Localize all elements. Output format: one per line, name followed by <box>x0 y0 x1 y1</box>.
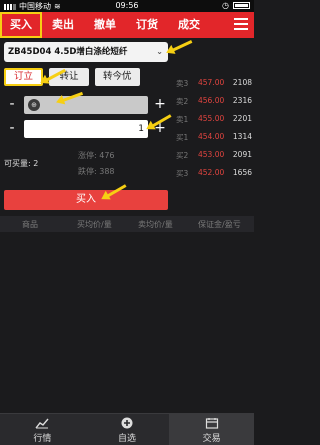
status-bar: 中国移动 ≋ 09:56 ◷ <box>0 0 254 12</box>
col-sell-avg: 卖均价/量 <box>138 220 173 229</box>
limit-down-label: 跌停: <box>78 167 97 176</box>
bid-price: 453.00 <box>198 150 225 159</box>
ask-label: 卖1 <box>176 115 189 124</box>
bottom-tab-watchlist[interactable]: 自选 <box>85 414 170 445</box>
menu-icon[interactable] <box>234 18 248 32</box>
tab-buy[interactable]: 买入 <box>0 12 42 38</box>
bottom-label-quotes: 行情 <box>33 434 52 444</box>
chart-line-icon <box>35 418 49 429</box>
bid-label: 买2 <box>176 151 189 160</box>
tab-orders[interactable]: 订货 <box>126 12 168 38</box>
col-product: 商品 <box>22 220 38 229</box>
bid-row-2: 买2 453.00 2091 <box>176 150 254 160</box>
bid-price: 454.00 <box>198 132 225 141</box>
qty-minus-button[interactable]: - <box>4 120 20 138</box>
tab-cancel[interactable]: 撤单 <box>84 12 126 38</box>
bottom-nav: 行情 自选 交易 <box>0 413 255 445</box>
bottom-tab-quotes[interactable]: 行情 <box>0 414 85 445</box>
ask-label: 卖2 <box>176 97 189 106</box>
contract-select[interactable]: ZB45D04 4.5D增白涤纶短纤 ⌄ <box>4 42 168 62</box>
order-type-open[interactable]: 订立 <box>4 68 44 86</box>
quantity-stepper: - 1 + <box>4 120 168 138</box>
tab-sell[interactable]: 卖出 <box>42 12 84 38</box>
status-right: ◷ <box>222 1 250 10</box>
limit-up-value: 476 <box>99 151 115 160</box>
ask-volume: 2316 <box>232 96 252 105</box>
ask-price: 456.00 <box>198 96 225 105</box>
max-buy: 可买量: 2 <box>4 158 38 169</box>
limit-down-value: 388 <box>99 167 115 176</box>
col-buy-avg: 买均价/量 <box>77 220 112 229</box>
order-type-transfer-today[interactable]: 转今优 <box>95 68 140 86</box>
max-buy-value: 2 <box>33 159 39 168</box>
bid-volume: 1656 <box>232 168 252 177</box>
bottom-label-watchlist: 自选 <box>118 434 137 444</box>
bid-volume: 2091 <box>232 150 252 159</box>
bid-price: 452.00 <box>198 168 225 177</box>
tab-deals[interactable]: 成交 <box>168 12 210 38</box>
limit-up: 涨停: 476 <box>78 150 115 161</box>
col-margin-pl: 保证金/盈亏 <box>198 220 241 229</box>
ask-row-3: 卖3 457.00 2108 <box>176 78 254 88</box>
ask-price: 457.00 <box>198 78 225 87</box>
limit-down: 跌停: 388 <box>78 166 115 177</box>
order-type-group: 订立 转让 转今优 <box>4 68 140 86</box>
bid-label: 买3 <box>176 169 189 178</box>
price-plus-button[interactable]: + <box>152 96 168 114</box>
price-minus-button[interactable]: - <box>4 96 20 114</box>
trade-nav: 买入 卖出 撤单 订货 成交 <box>0 12 254 38</box>
ask-row-1: 卖1 455.00 2201 <box>176 114 254 124</box>
price-stepper: - ⊕ + <box>4 96 168 114</box>
chevron-down-icon: ⌄ <box>156 47 163 56</box>
bottom-tab-trade[interactable]: 交易 <box>169 414 255 445</box>
battery-icon <box>233 2 250 9</box>
ask-volume: 2108 <box>232 78 252 87</box>
bottom-label-trade: 交易 <box>202 434 221 444</box>
positions-header: 商品 买均价/量 卖均价/量 保证金/盈亏 <box>0 216 254 232</box>
max-buy-label: 可买量: <box>4 159 31 168</box>
bid-label: 买1 <box>176 133 189 142</box>
ask-label: 卖3 <box>176 79 189 88</box>
clock: 09:56 <box>115 1 139 10</box>
ask-volume: 2201 <box>232 114 252 123</box>
limit-up-label: 涨停: <box>78 151 97 160</box>
calendar-icon <box>205 418 218 429</box>
alarm-icon: ◷ <box>222 1 229 10</box>
bid-volume: 1314 <box>232 132 252 141</box>
price-input[interactable]: ⊕ <box>24 96 148 114</box>
quantity-input[interactable]: 1 <box>24 120 148 138</box>
bid-row-1: 买1 454.00 1314 <box>176 132 254 142</box>
coin-icon: ⊕ <box>28 99 40 111</box>
ask-price: 455.00 <box>198 114 225 123</box>
ask-row-2: 卖2 456.00 2316 <box>176 96 254 106</box>
buy-button[interactable]: 买入 <box>4 190 168 210</box>
add-circle-icon <box>121 417 133 429</box>
bid-row-3: 买3 452.00 1656 <box>176 168 254 178</box>
contract-name: ZB45D04 4.5D增白涤纶短纤 <box>8 47 128 57</box>
